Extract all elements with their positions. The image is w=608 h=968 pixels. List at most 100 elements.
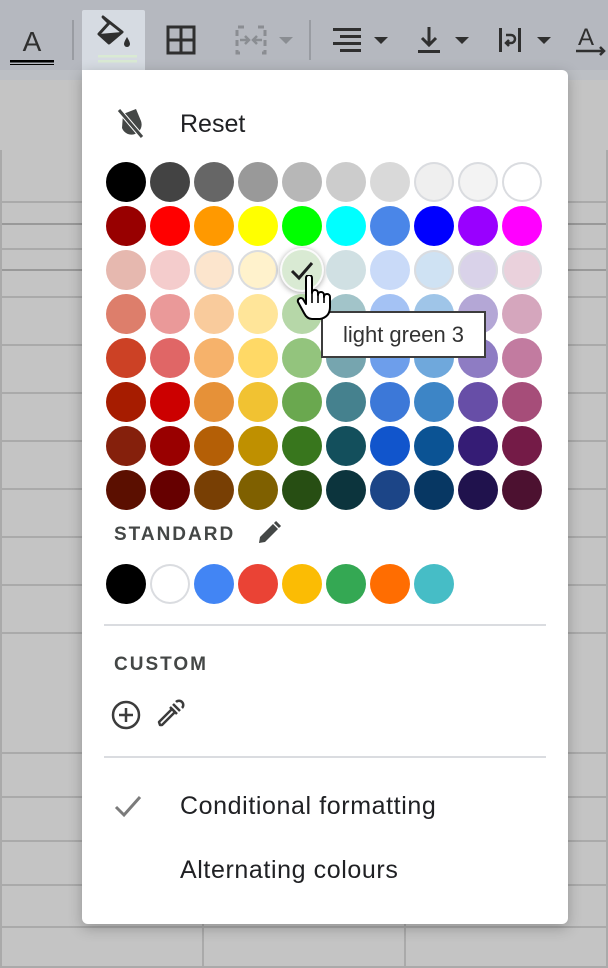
conditional-formatting-item[interactable]: Conditional formatting xyxy=(82,778,568,834)
color-swatch-magenta[interactable] xyxy=(502,206,542,246)
color-swatch-dark-red-3[interactable] xyxy=(150,470,190,510)
color-swatch-dark-orange-2[interactable] xyxy=(194,426,234,466)
color-swatch-dark-grey-3[interactable] xyxy=(194,162,234,202)
color-swatch-red-berry[interactable] xyxy=(106,206,146,246)
color-swatch-white[interactable] xyxy=(502,162,542,202)
alternating-colours-item[interactable]: Alternating colours xyxy=(82,842,568,898)
color-swatch-dark-magenta-3[interactable] xyxy=(502,470,542,510)
color-swatch-dark-red-1[interactable] xyxy=(150,382,190,422)
color-swatch-dark-red-berry-1[interactable] xyxy=(106,382,146,422)
color-swatch-blue[interactable] xyxy=(414,206,454,246)
standard-color-swatch-white[interactable] xyxy=(150,564,190,604)
standard-color-swatch-yellow[interactable] xyxy=(282,564,322,604)
standard-color-swatch-green[interactable] xyxy=(326,564,366,604)
color-swatch-light-red-3[interactable] xyxy=(150,250,190,290)
checkmark-icon xyxy=(114,796,142,818)
vertical-align-button[interactable] xyxy=(410,10,476,70)
color-swatch-dark-grey-4[interactable] xyxy=(150,162,190,202)
edit-pencil-icon[interactable] xyxy=(256,520,282,546)
text-rotation-button[interactable]: A xyxy=(574,10,608,70)
standard-color-swatch-cyan[interactable] xyxy=(414,564,454,604)
horizontal-align-button[interactable] xyxy=(326,10,394,70)
color-swatch-light-yellow-2[interactable] xyxy=(238,294,278,334)
color-swatch-light-blue-3[interactable] xyxy=(414,250,454,290)
color-swatch-light-magenta-3[interactable] xyxy=(502,250,542,290)
color-swatch-dark-grey-2[interactable] xyxy=(238,162,278,202)
color-swatch-cyan[interactable] xyxy=(326,206,366,246)
color-swatch-dark-cyan-1[interactable] xyxy=(326,382,366,422)
color-swatch-red[interactable] xyxy=(150,206,190,246)
color-swatch-light-yellow-3[interactable] xyxy=(238,250,278,290)
palette-row xyxy=(106,426,546,466)
color-swatch-light-yellow-1[interactable] xyxy=(238,338,278,378)
color-swatch-dark-purple-1[interactable] xyxy=(458,382,498,422)
paint-bucket-icon xyxy=(97,15,137,63)
color-swatch-dark-yellow-3[interactable] xyxy=(238,470,278,510)
color-swatch-dark-cornflower-blue-1[interactable] xyxy=(370,382,410,422)
color-swatch-light-orange-1[interactable] xyxy=(194,338,234,378)
color-swatch-dark-cornflower-blue-2[interactable] xyxy=(370,426,410,466)
color-swatch-green[interactable] xyxy=(282,206,322,246)
color-swatch-light-green-1[interactable] xyxy=(282,338,322,378)
color-swatch-black[interactable] xyxy=(106,162,146,202)
standard-color-swatch-black[interactable] xyxy=(106,564,146,604)
text-wrap-icon xyxy=(499,28,521,52)
merge-cells-button[interactable] xyxy=(224,10,304,70)
conditional-formatting-label: Conditional formatting xyxy=(180,792,437,820)
color-swatch-light-grey-3[interactable] xyxy=(458,162,498,202)
standard-color-swatch-red[interactable] xyxy=(238,564,278,604)
add-custom-color-icon[interactable] xyxy=(110,699,142,731)
color-swatch-light-purple-3[interactable] xyxy=(458,250,498,290)
color-swatch-dark-yellow-1[interactable] xyxy=(238,382,278,422)
color-swatch-dark-cyan-2[interactable] xyxy=(326,426,366,466)
color-swatch-yellow[interactable] xyxy=(238,206,278,246)
color-swatch-dark-cyan-3[interactable] xyxy=(326,470,366,510)
color-swatch-light-red-2[interactable] xyxy=(150,294,190,334)
color-swatch-dark-orange-1[interactable] xyxy=(194,382,234,422)
color-swatch-dark-red-2[interactable] xyxy=(150,426,190,466)
text-wrapping-button[interactable] xyxy=(492,10,556,70)
color-swatch-light-red-berry-1[interactable] xyxy=(106,338,146,378)
reset-button[interactable]: Reset xyxy=(82,98,568,152)
color-swatch-light-grey-2[interactable] xyxy=(414,162,454,202)
color-swatch-dark-magenta-1[interactable] xyxy=(502,382,542,422)
color-swatch-light-red-berry-3[interactable] xyxy=(106,250,146,290)
chevron-down-icon xyxy=(455,36,469,44)
color-swatch-dark-red-berry-2[interactable] xyxy=(106,426,146,466)
standard-color-swatch-orange[interactable] xyxy=(370,564,410,604)
color-swatch-light-red-berry-2[interactable] xyxy=(106,294,146,334)
borders-button[interactable] xyxy=(156,10,206,70)
text-color-button[interactable]: A xyxy=(6,10,58,70)
color-swatch-dark-green-2[interactable] xyxy=(282,426,322,466)
borders-icon xyxy=(166,25,196,55)
color-swatch-dark-green-1[interactable] xyxy=(282,382,322,422)
color-swatch-light-orange-3[interactable] xyxy=(194,250,234,290)
color-swatch-dark-magenta-2[interactable] xyxy=(502,426,542,466)
color-swatch-dark-blue-1[interactable] xyxy=(414,382,454,422)
eyedropper-icon[interactable] xyxy=(154,698,186,730)
color-swatch-dark-blue-2[interactable] xyxy=(414,426,454,466)
color-swatch-dark-grey-1[interactable] xyxy=(282,162,322,202)
color-swatch-dark-orange-3[interactable] xyxy=(194,470,234,510)
color-swatch-dark-purple-2[interactable] xyxy=(458,426,498,466)
color-swatch-dark-green-3[interactable] xyxy=(282,470,322,510)
color-swatch-dark-yellow-2[interactable] xyxy=(238,426,278,466)
color-swatch-light-grey-1[interactable] xyxy=(370,162,410,202)
color-swatch-light-orange-2[interactable] xyxy=(194,294,234,334)
row-divider xyxy=(0,926,608,928)
color-swatch-light-red-1[interactable] xyxy=(150,338,190,378)
color-swatch-cornflower-blue[interactable] xyxy=(370,206,410,246)
standard-color-swatch-blue[interactable] xyxy=(194,564,234,604)
color-swatch-orange[interactable] xyxy=(194,206,234,246)
color-swatch-dark-red-berry-3[interactable] xyxy=(106,470,146,510)
color-swatch-purple[interactable] xyxy=(458,206,498,246)
color-swatch-light-magenta-1[interactable] xyxy=(502,338,542,378)
color-swatch-light-magenta-2[interactable] xyxy=(502,294,542,334)
color-swatch-dark-purple-3[interactable] xyxy=(458,470,498,510)
color-swatch-light-cornflower-blue-3[interactable] xyxy=(370,250,410,290)
chevron-down-icon xyxy=(279,36,293,44)
color-swatch-dark-blue-3[interactable] xyxy=(414,470,454,510)
color-swatch-grey[interactable] xyxy=(326,162,366,202)
fill-color-button[interactable] xyxy=(82,10,145,70)
color-swatch-dark-cornflower-blue-3[interactable] xyxy=(370,470,410,510)
